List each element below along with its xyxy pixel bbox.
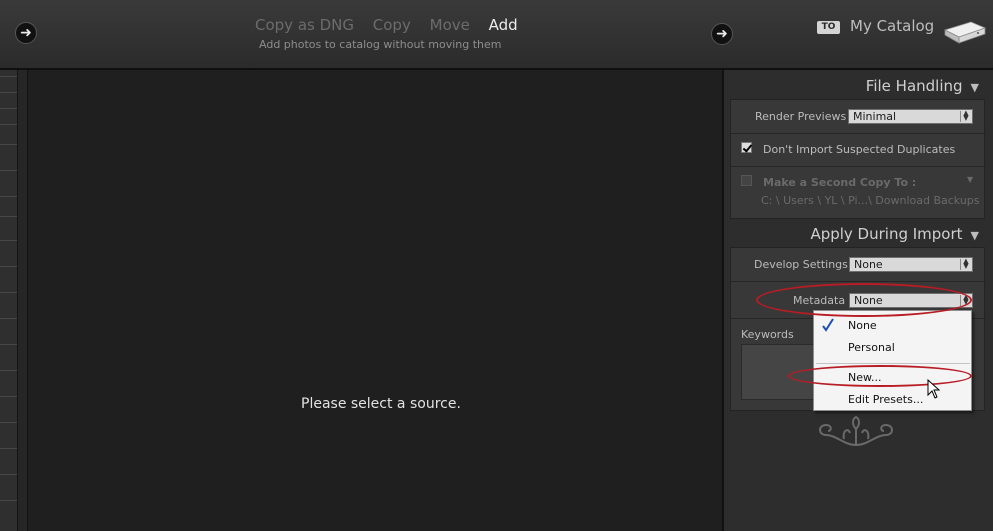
- develop-settings-value: None: [854, 258, 883, 271]
- mode-move[interactable]: Move: [430, 16, 470, 34]
- source-divider: [0, 474, 17, 475]
- mode-copy-as-dng[interactable]: Copy as DNG: [255, 16, 354, 34]
- second-copy-dropdown-icon[interactable]: ▼: [967, 175, 973, 184]
- source-divider: [0, 292, 17, 293]
- second-copy-checkbox[interactable]: [741, 175, 752, 186]
- source-divider: [0, 318, 17, 319]
- apply-during-import-title: Apply During Import: [810, 225, 963, 243]
- updown-arrows-icon: ▲ ▼: [960, 258, 971, 270]
- metadata-highlight-ellipse: [756, 283, 972, 317]
- hard-drive-icon: [943, 21, 987, 44]
- develop-settings-label: Develop Settings: [754, 258, 848, 271]
- destination-arrow-icon[interactable]: ➜: [711, 23, 733, 45]
- mode-description: Add photos to catalog without moving the…: [259, 38, 502, 51]
- row-divider: [731, 166, 986, 167]
- source-divider: [0, 266, 17, 267]
- source-divider: [0, 144, 17, 145]
- source-panel-edge: [0, 70, 18, 531]
- source-arrow-icon[interactable]: ➜: [15, 22, 37, 44]
- menu-item-edit-presets[interactable]: Edit Presets...: [848, 393, 923, 406]
- source-divider: [0, 240, 17, 241]
- render-previews-select[interactable]: Minimal ▲ ▼: [848, 109, 973, 124]
- menu-separator: [816, 363, 970, 364]
- second-copy-label: Make a Second Copy To :: [763, 176, 917, 189]
- source-divider: [0, 500, 17, 501]
- new-item-highlight-ellipse: [788, 365, 972, 387]
- destination-to-badge: TO: [817, 21, 840, 34]
- file-handling-title: File Handling: [865, 77, 963, 95]
- menu-item-none[interactable]: None: [848, 319, 877, 332]
- file-handling-header[interactable]: File Handling ▼: [866, 77, 979, 95]
- source-divider: [0, 344, 17, 345]
- mode-copy[interactable]: Copy: [373, 16, 411, 34]
- collapse-triangle-icon[interactable]: ▼: [971, 81, 979, 94]
- source-divider: [0, 76, 17, 77]
- keywords-label: Keywords: [741, 328, 794, 341]
- destination-catalog-name[interactable]: My Catalog: [850, 17, 934, 35]
- mouse-pointer-icon: [927, 379, 941, 399]
- source-divider: [0, 396, 17, 397]
- mode-add[interactable]: Add: [489, 16, 518, 34]
- source-divider: [0, 124, 17, 125]
- dont-import-duplicates-label: Don't Import Suspected Duplicates: [763, 143, 956, 156]
- source-divider: [0, 216, 17, 217]
- dont-import-duplicates-checkbox[interactable]: [741, 142, 752, 153]
- menu-item-personal[interactable]: Personal: [848, 341, 895, 354]
- source-divider: [0, 92, 17, 93]
- source-divider: [0, 170, 17, 171]
- develop-settings-select[interactable]: None ▲ ▼: [849, 257, 973, 272]
- checkmark-icon: [822, 318, 834, 332]
- source-divider: [0, 108, 17, 109]
- render-previews-value: Minimal: [853, 110, 897, 123]
- metadata-preset-menu: None Personal New... Edit Presets...: [813, 310, 972, 411]
- collapse-triangle-icon[interactable]: ▼: [971, 229, 979, 242]
- panel-end-ornament-icon: [819, 415, 893, 446]
- import-mode-selector: Copy as DNG Copy Move Add: [255, 16, 532, 34]
- row-divider: [731, 281, 986, 282]
- source-divider: [0, 422, 17, 423]
- second-copy-path: C: \ Users \ YL \ Pi...\ Download Backup…: [761, 194, 980, 207]
- source-divider: [0, 448, 17, 449]
- import-top-bar: ➜ Copy as DNG Copy Move Add Add photos t…: [0, 0, 993, 70]
- updown-arrows-icon: ▲ ▼: [960, 110, 971, 122]
- panel-splitter[interactable]: [18, 70, 28, 531]
- file-handling-box: Render Previews Minimal ▲ ▼ Don't Import …: [730, 99, 986, 219]
- empty-source-message: Please select a source.: [301, 396, 461, 412]
- render-previews-label: Render Previews: [755, 110, 847, 123]
- source-divider: [0, 196, 17, 197]
- row-divider: [731, 133, 986, 134]
- photo-grid-area: Please select a source.: [28, 70, 722, 531]
- source-divider: [0, 370, 17, 371]
- apply-during-import-header[interactable]: Apply During Import ▼: [810, 225, 979, 243]
